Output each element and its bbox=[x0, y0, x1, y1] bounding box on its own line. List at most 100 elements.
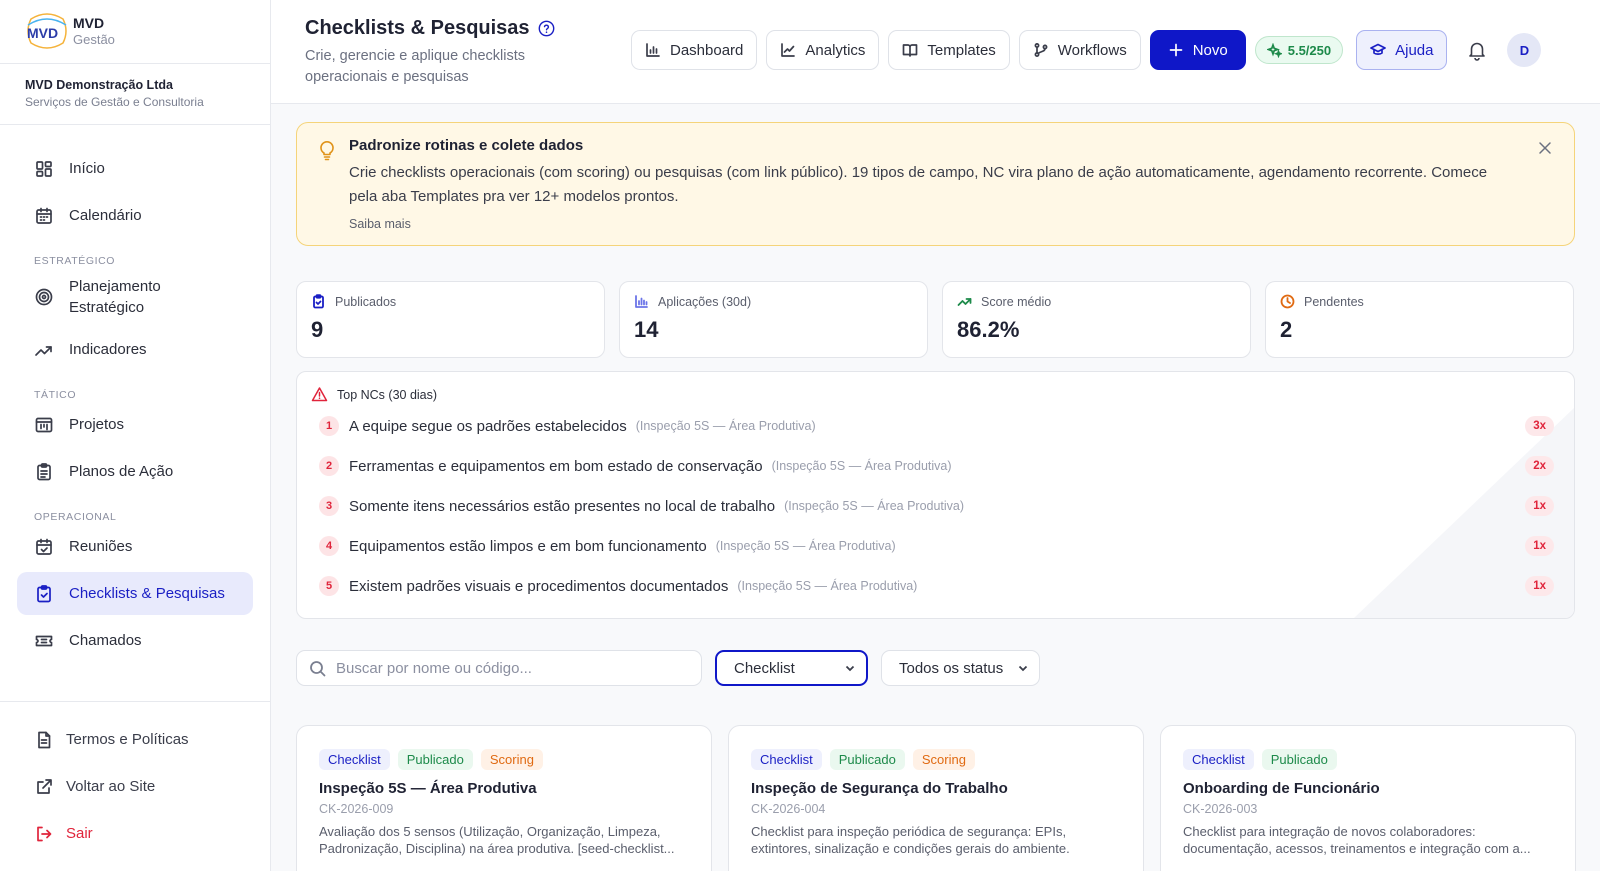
bell-icon[interactable] bbox=[1466, 39, 1488, 61]
sidebar-item-calendario[interactable]: Calendário bbox=[17, 194, 253, 237]
trending-up-icon bbox=[957, 298, 972, 306]
avatar[interactable]: D bbox=[1507, 33, 1542, 67]
org-switcher[interactable]: MVD Demonstração Ltda Serviços de Gestão… bbox=[0, 63, 270, 125]
sidebar-item-label: Checklists & Pesquisas bbox=[69, 585, 225, 602]
calendar-check-icon bbox=[36, 538, 52, 555]
nc-row[interactable]: 3 Somente itens necessários estão presen… bbox=[319, 495, 1554, 517]
stat-label: Aplicações (30d) bbox=[658, 294, 752, 309]
analytics-button[interactable]: Analytics bbox=[766, 30, 880, 70]
checklist-card[interactable]: Checklist Publicado Scoring Inspeção de … bbox=[728, 725, 1144, 871]
novo-label: Novo bbox=[1192, 41, 1228, 59]
checklist-card[interactable]: Checklist Publicado Scoring Inspeção 5S … bbox=[296, 725, 712, 871]
org-name: MVD Demonstração Ltda bbox=[25, 78, 173, 92]
sidebar-item-checklists[interactable]: Checklists & Pesquisas bbox=[17, 572, 253, 615]
sidebar-item-chamados[interactable]: Chamados bbox=[17, 619, 253, 662]
help-circle-icon[interactable] bbox=[538, 20, 555, 37]
sidebar-item-planejamento[interactable]: Planejamento Estratégico bbox=[17, 269, 253, 324]
card-code: CK-2026-004 bbox=[751, 802, 826, 816]
search-input[interactable] bbox=[336, 659, 676, 677]
stat-card-score: Score médio 86.2% bbox=[942, 281, 1251, 358]
ajuda-label: Ajuda bbox=[1395, 41, 1434, 59]
nc-source: (Inspeção 5S — Área Produtiva) bbox=[771, 459, 952, 473]
voltar-site-link[interactable]: Voltar ao Site bbox=[17, 765, 270, 808]
card-title: Inspeção 5S — Área Produtiva bbox=[319, 780, 537, 797]
clock-icon bbox=[1280, 294, 1295, 309]
sidebar-item-label: Início bbox=[69, 160, 105, 177]
search-box[interactable] bbox=[296, 650, 702, 686]
log-out-icon bbox=[37, 826, 52, 841]
type-select-value: Checklist bbox=[734, 659, 795, 677]
nc-count: 1x bbox=[1525, 536, 1554, 556]
stat-card-pendentes: Pendentes 2 bbox=[1265, 281, 1574, 358]
status-select-value: Todos os status bbox=[899, 659, 1004, 677]
stat-value: 86.2% bbox=[957, 317, 1020, 342]
status-badge: Publicado bbox=[1261, 749, 1337, 770]
type-select[interactable]: Checklist bbox=[715, 650, 868, 686]
nc-row[interactable]: 2 Ferramentas e equipamentos em bom esta… bbox=[319, 455, 1554, 477]
logout-button[interactable]: Sair bbox=[17, 812, 270, 855]
nc-count: 2x bbox=[1525, 456, 1554, 476]
nc-source: (Inspeção 5S — Área Produtiva) bbox=[737, 579, 918, 593]
nc-row[interactable]: 5 Existem padrões visuais e procedimento… bbox=[319, 575, 1554, 597]
filter-bar: Checklist Todos os status bbox=[296, 650, 1040, 686]
nc-source: (Inspeção 5S — Área Produtiva) bbox=[715, 539, 896, 553]
score-badge[interactable]: 5.5/250 bbox=[1254, 36, 1344, 64]
lightbulb-icon bbox=[320, 141, 334, 161]
ajuda-button[interactable]: Ajuda bbox=[1356, 30, 1448, 70]
top-ncs-panel: Top NCs (30 dias) 1 A equipe segue os pa… bbox=[296, 371, 1575, 619]
sidebar-item-planos[interactable]: Planos de Ação bbox=[17, 450, 253, 493]
sidebar-item-label: Calendário bbox=[69, 207, 142, 224]
git-branch-icon bbox=[1034, 43, 1048, 57]
sidebar: MVD MVD Gestão MVD Demonstração Ltda Ser… bbox=[0, 0, 271, 871]
card-title: Inspeção de Segurança do Trabalho bbox=[751, 780, 1008, 797]
score-value: 5.5/250 bbox=[1287, 42, 1332, 58]
sidebar-footer: Termos e Políticas Voltar ao Site Sair bbox=[0, 701, 270, 859]
stat-label: Publicados bbox=[335, 294, 397, 309]
novo-button[interactable]: Novo bbox=[1149, 30, 1246, 70]
clipboard-check-icon bbox=[37, 584, 51, 602]
brand-name: MVD bbox=[73, 14, 105, 31]
page-title-text: Checklists & Pesquisas bbox=[305, 17, 530, 39]
info-banner: Padronize rotinas e colete dados Crie ch… bbox=[296, 122, 1575, 246]
analytics-label: Analytics bbox=[805, 41, 866, 59]
checklist-card[interactable]: Checklist Publicado Onboarding de Funcio… bbox=[1160, 725, 1576, 871]
dashboard-button[interactable]: Dashboard bbox=[631, 30, 758, 70]
section-operacional: OPERACIONAL bbox=[34, 511, 117, 523]
nc-text: Somente itens necessários estão presente… bbox=[349, 497, 776, 515]
org-sub: Serviços de Gestão e Consultoria bbox=[25, 95, 204, 109]
nc-rank: 5 bbox=[319, 576, 339, 596]
scoring-badge: Scoring bbox=[480, 749, 543, 770]
close-icon[interactable] bbox=[1538, 141, 1552, 155]
banner-text: Crie checklists operacionais (com scorin… bbox=[349, 164, 1488, 205]
card-title: Onboarding de Funcionário bbox=[1183, 780, 1380, 797]
nc-row[interactable]: 1 A equipe segue os padrões estabelecido… bbox=[319, 415, 1554, 437]
sidebar-item-projetos[interactable]: Projetos bbox=[17, 403, 253, 446]
sidebar-item-indicadores[interactable]: Indicadores bbox=[17, 328, 253, 371]
ticket-icon bbox=[35, 635, 53, 646]
page-subtitle: Crie, gerencie e aplique checklists oper… bbox=[305, 48, 526, 85]
nc-text: Equipamentos estão limpos e em bom funci… bbox=[349, 537, 707, 555]
sidebar-item-label: Planos de Ação bbox=[69, 463, 174, 480]
status-select[interactable]: Todos os status bbox=[881, 650, 1040, 686]
sidebar-item-inicio[interactable]: Início bbox=[17, 147, 253, 190]
trending-up-icon bbox=[35, 345, 52, 356]
templates-button[interactable]: Templates bbox=[888, 30, 1010, 70]
brand-logo[interactable]: MVD MVD Gestão bbox=[25, 9, 115, 53]
termos-link[interactable]: Termos e Políticas bbox=[17, 718, 270, 761]
voltar-label: Voltar ao Site bbox=[66, 778, 156, 795]
status-badge: Publicado bbox=[829, 749, 905, 770]
nc-text: A equipe segue os padrões estabelecidos bbox=[349, 417, 627, 435]
logo-lettering: MVD bbox=[27, 25, 58, 41]
workflows-button[interactable]: Workflows bbox=[1018, 30, 1141, 70]
nc-row[interactable]: 4 Equipamentos estão limpos e em bom fun… bbox=[319, 535, 1554, 557]
saiba-mais-link[interactable]: Saiba mais bbox=[349, 217, 411, 231]
nc-source: (Inspeção 5S — Área Produtiva) bbox=[784, 499, 965, 513]
chevron-down-icon bbox=[845, 665, 855, 672]
mvd-logo-icon: MVD bbox=[27, 13, 67, 49]
sidebar-item-label: Chamados bbox=[69, 632, 142, 649]
search-icon bbox=[310, 660, 326, 676]
target-icon bbox=[35, 288, 53, 305]
graduation-cap-icon bbox=[1370, 43, 1386, 55]
sidebar-item-reunioes[interactable]: Reuniões bbox=[17, 525, 253, 568]
bar-chart-icon bbox=[635, 295, 648, 308]
